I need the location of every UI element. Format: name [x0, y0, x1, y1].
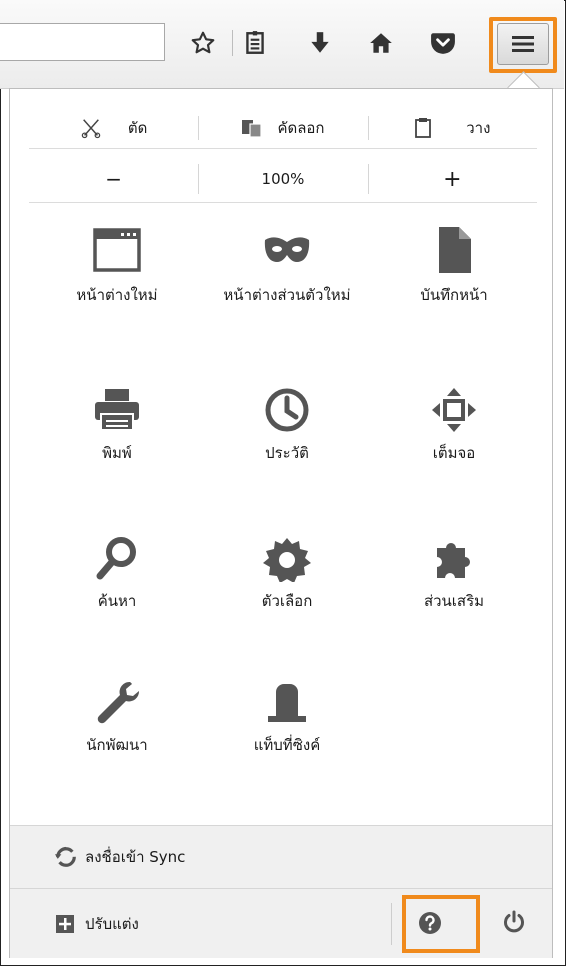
clipboard-icon	[414, 117, 432, 139]
synced-tabs-icon	[262, 678, 312, 735]
find-label: ค้นหา	[97, 592, 137, 610]
cut-button[interactable]: ตัด	[29, 108, 198, 148]
find-button[interactable]: ค้นหา	[37, 534, 197, 611]
fullscreen-button[interactable]: เต็มจอ	[374, 386, 534, 463]
edit-controls: ตัด คัดลอก วาง	[29, 108, 537, 149]
reading-list-icon[interactable]	[240, 28, 270, 58]
printer-icon	[91, 386, 143, 443]
copy-label: คัดลอก	[277, 119, 325, 137]
save-page-icon	[428, 224, 480, 285]
new-private-window-button[interactable]: หน้าต่างส่วนตัวใหม่	[207, 224, 367, 305]
fullscreen-label: เต็มจอ	[432, 444, 476, 462]
customize-label[interactable]: ปรับแต่ง	[85, 912, 139, 936]
addons-button[interactable]: ส่วนเสริม	[374, 534, 534, 611]
developer-wrench-icon	[92, 678, 142, 735]
menu-button-highlight	[489, 17, 557, 73]
footer-separator	[391, 903, 392, 945]
new-window-label: หน้าต่างใหม่	[76, 286, 158, 304]
history-label: ประวัติ	[265, 444, 309, 462]
zoom-controls: − 100% +	[29, 156, 537, 203]
browser-toolbar	[0, 0, 564, 89]
zoom-in-button[interactable]: +	[367, 156, 537, 202]
save-page-label: บันทึกหน้า	[420, 286, 488, 304]
sync-label: ลงชื่อเข้า Sync	[85, 848, 186, 866]
addons-puzzle-icon	[429, 534, 479, 591]
toolbar-separator	[232, 30, 233, 56]
power-icon[interactable]	[502, 910, 526, 934]
save-page-button[interactable]: บันทึกหน้า	[374, 224, 534, 305]
fullscreen-icon	[429, 386, 479, 443]
zoom-reset-button[interactable]: 100%	[198, 156, 367, 202]
print-label: พิมพ์	[102, 444, 132, 462]
paste-button[interactable]: วาง	[367, 108, 537, 148]
pocket-icon[interactable]	[428, 28, 458, 58]
addons-label: ส่วนเสริม	[423, 592, 485, 610]
new-window-icon	[91, 224, 143, 285]
url-bar[interactable]	[0, 23, 165, 61]
new-window-button[interactable]: หน้าต่างใหม่	[37, 224, 197, 305]
options-button[interactable]: ตัวเลือก	[207, 534, 367, 611]
copy-icon	[241, 118, 263, 138]
bookmark-star-icon[interactable]	[188, 28, 218, 58]
scissors-icon	[80, 117, 102, 139]
zoom-out-button[interactable]: −	[29, 156, 198, 202]
options-label: ตัวเลือก	[261, 592, 313, 610]
footer-bar: ปรับแต่ง	[10, 888, 552, 958]
print-button[interactable]: พิมพ์	[37, 386, 197, 463]
private-mask-icon	[261, 224, 313, 285]
download-icon[interactable]	[305, 28, 335, 58]
plus-square-icon[interactable]	[55, 914, 75, 934]
search-icon	[92, 534, 142, 591]
home-icon[interactable]	[366, 28, 396, 58]
cut-label: ตัด	[127, 119, 148, 137]
sync-icon	[55, 846, 77, 868]
history-clock-icon	[262, 386, 312, 443]
developer-label: นักพัฒนา	[86, 736, 148, 754]
developer-button[interactable]: นักพัฒนา	[37, 678, 197, 755]
history-button[interactable]: ประวัติ	[207, 386, 367, 463]
help-button-highlight	[402, 895, 480, 953]
copy-button[interactable]: คัดลอก	[198, 108, 367, 148]
synced-tabs-button[interactable]: แท็บที่ซิงค์	[207, 678, 367, 755]
paste-label: วาง	[466, 119, 491, 137]
sync-signin-button[interactable]: ลงชื่อเข้า Sync	[10, 825, 552, 888]
new-private-window-label: หน้าต่างส่วนตัวใหม่	[223, 286, 351, 304]
synced-tabs-label: แท็บที่ซิงค์	[253, 736, 321, 754]
options-gear-icon	[262, 534, 312, 591]
